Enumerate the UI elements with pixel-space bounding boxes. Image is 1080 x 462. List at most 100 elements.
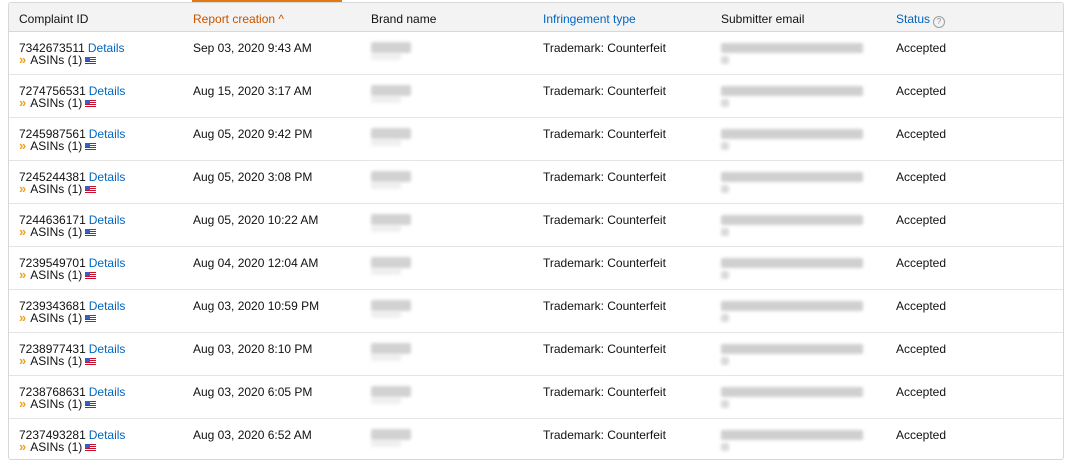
asin-toggle[interactable]: » ASINs (1) <box>19 439 97 454</box>
submitter-email-redacted <box>721 215 863 225</box>
submitter-email-redacted <box>721 43 863 53</box>
status-header-label[interactable]: Status <box>896 12 930 26</box>
asin-count-label[interactable]: ASINs (1) <box>30 440 82 454</box>
report-creation-date: Aug 05, 2020 3:08 PM <box>193 170 313 184</box>
asin-count-label[interactable]: ASINs (1) <box>30 354 82 368</box>
double-chevron-right-icon[interactable]: » <box>19 439 26 454</box>
status-value: Accepted <box>896 170 947 184</box>
brand-name-redacted <box>371 214 411 225</box>
asin-count-label[interactable]: ASINs (1) <box>30 225 82 239</box>
double-chevron-right-icon[interactable]: » <box>19 138 26 153</box>
column-header-report-creation[interactable]: Report creation ^ <box>193 12 284 26</box>
asin-toggle[interactable]: » ASINs (1) <box>19 396 97 411</box>
asin-count-label[interactable]: ASINs (1) <box>30 96 82 110</box>
asin-toggle[interactable]: » ASINs (1) <box>19 138 97 153</box>
submitter-email-redacted-tail <box>721 400 729 408</box>
report-creation-date: Aug 03, 2020 6:05 PM <box>193 385 313 399</box>
brand-name-redacted-tail <box>371 311 401 318</box>
table-row: 7238768631 Details» ASINs (1) Aug 03, 2020 … <box>9 376 1063 419</box>
infringement-type: Trademark: Counterfeit <box>543 428 666 442</box>
status-value: Accepted <box>896 213 947 227</box>
brand-name-redacted <box>371 386 411 397</box>
us-flag-icon <box>85 358 97 365</box>
submitter-email-redacted <box>721 344 863 354</box>
brand-name-redacted <box>371 300 411 311</box>
asin-toggle[interactable]: » ASINs (1) <box>19 52 97 67</box>
table-row: 7244636171 Details» ASINs (1) Aug 05, 2020 … <box>9 204 1063 247</box>
column-header-status[interactable]: Status? <box>896 12 946 28</box>
brand-name-redacted-tail <box>371 53 401 60</box>
brand-name-redacted-tail <box>371 354 401 361</box>
report-creation-date: Aug 03, 2020 8:10 PM <box>193 342 313 356</box>
submitter-email-redacted <box>721 301 863 311</box>
report-creation-date: Aug 05, 2020 9:42 PM <box>193 127 313 141</box>
double-chevron-right-icon[interactable]: » <box>19 52 26 67</box>
asin-toggle[interactable]: » ASINs (1) <box>19 224 97 239</box>
status-value: Accepted <box>896 256 947 270</box>
submitter-email-redacted <box>721 129 863 139</box>
double-chevron-right-icon[interactable]: » <box>19 95 26 110</box>
asin-count-label[interactable]: ASINs (1) <box>30 53 82 67</box>
asin-count-label[interactable]: ASINs (1) <box>30 311 82 325</box>
asin-count-label[interactable]: ASINs (1) <box>30 139 82 153</box>
double-chevron-right-icon[interactable]: » <box>19 310 26 325</box>
asin-toggle[interactable]: » ASINs (1) <box>19 95 97 110</box>
brand-name-redacted-tail <box>371 182 401 189</box>
brand-name-redacted-tail <box>371 139 401 146</box>
submitter-email-redacted-tail <box>721 314 729 322</box>
submitter-email-redacted <box>721 86 863 96</box>
submitter-email-redacted-tail <box>721 443 729 451</box>
column-header-complaint-id: Complaint ID <box>19 12 89 26</box>
brand-name-redacted <box>371 85 411 96</box>
brand-name-redacted <box>371 128 411 139</box>
infringement-type: Trademark: Counterfeit <box>543 256 666 270</box>
double-chevron-right-icon[interactable]: » <box>19 353 26 368</box>
us-flag-icon <box>85 272 97 279</box>
us-flag-icon <box>85 315 97 322</box>
submitter-email-redacted-tail <box>721 271 729 279</box>
submitter-email-redacted-tail <box>721 228 729 236</box>
asin-count-label[interactable]: ASINs (1) <box>30 182 82 196</box>
asin-count-label[interactable]: ASINs (1) <box>30 397 82 411</box>
infringement-type: Trademark: Counterfeit <box>543 41 666 55</box>
us-flag-icon <box>85 57 97 64</box>
us-flag-icon <box>85 229 97 236</box>
asin-count-label[interactable]: ASINs (1) <box>30 268 82 282</box>
infringement-type: Trademark: Counterfeit <box>543 299 666 313</box>
table-row: 7239343681 Details» ASINs (1) Aug 03, 2020 … <box>9 290 1063 333</box>
us-flag-icon <box>85 143 97 150</box>
table-row: 7238977431 Details» ASINs (1) Aug 03, 2020 … <box>9 333 1063 376</box>
us-flag-icon <box>85 186 97 193</box>
submitter-email-redacted-tail <box>721 185 729 193</box>
table-row: 7342673511 Details» ASINs (1) Sep 03, 2020 … <box>9 32 1063 75</box>
asin-toggle[interactable]: » ASINs (1) <box>19 310 97 325</box>
help-circle-icon[interactable]: ? <box>933 16 946 28</box>
complaints-table: Complaint ID Report creation ^ Brand nam… <box>8 2 1064 460</box>
us-flag-icon <box>85 444 97 451</box>
asin-toggle[interactable]: » ASINs (1) <box>19 181 97 196</box>
double-chevron-right-icon[interactable]: » <box>19 267 26 282</box>
column-header-brand-name: Brand name <box>371 12 437 26</box>
column-header-infringement-type[interactable]: Infringement type <box>543 12 636 26</box>
infringement-type: Trademark: Counterfeit <box>543 385 666 399</box>
table-row: 7239549701 Details» ASINs (1) Aug 04, 2020 … <box>9 247 1063 290</box>
us-flag-icon <box>85 401 97 408</box>
double-chevron-right-icon[interactable]: » <box>19 396 26 411</box>
asin-toggle[interactable]: » ASINs (1) <box>19 353 97 368</box>
table-row: 7245244381 Details» ASINs (1) Aug 05, 2020 … <box>9 161 1063 204</box>
infringement-type: Trademark: Counterfeit <box>543 170 666 184</box>
infringement-type: Trademark: Counterfeit <box>543 84 666 98</box>
status-value: Accepted <box>896 385 947 399</box>
table-row: 7237493281 Details» ASINs (1) Aug 03, 2020 … <box>9 419 1063 459</box>
status-value: Accepted <box>896 428 947 442</box>
double-chevron-right-icon[interactable]: » <box>19 181 26 196</box>
status-value: Accepted <box>896 127 947 141</box>
table-row: 7274756531 Details» ASINs (1) Aug 15, 2020 … <box>9 75 1063 118</box>
table-header: Complaint ID Report creation ^ Brand nam… <box>9 3 1063 32</box>
brand-name-redacted <box>371 171 411 182</box>
submitter-email-redacted-tail <box>721 99 729 107</box>
submitter-email-redacted-tail <box>721 142 729 150</box>
asin-toggle[interactable]: » ASINs (1) <box>19 267 97 282</box>
brand-name-redacted-tail <box>371 96 401 103</box>
double-chevron-right-icon[interactable]: » <box>19 224 26 239</box>
